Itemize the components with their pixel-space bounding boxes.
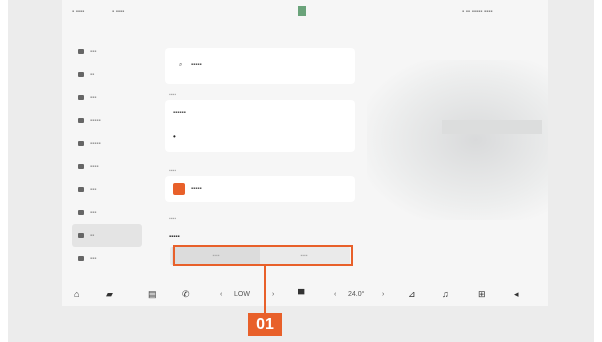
sidebar-item-2[interactable]: ▪▪ bbox=[72, 63, 142, 86]
fan-decrease-button[interactable]: ‹ bbox=[220, 291, 222, 298]
sidebar-icon bbox=[78, 187, 84, 192]
section1-card[interactable]: ▪▪▪▪▪▪ • bbox=[165, 100, 355, 152]
sidebar-icon bbox=[78, 118, 84, 123]
status-left-a: ▪ ▪▪▪▪ bbox=[72, 9, 85, 15]
status-bar: ▪ ▪▪▪▪ ▪ ▪▪▪▪ ▪ ▪▪ ▪▪▪▪▪ ▪▪▪▪ bbox=[62, 0, 548, 26]
vehicle-shape bbox=[442, 120, 542, 134]
temp-increase-button[interactable]: › bbox=[382, 291, 384, 298]
sidebar-icon bbox=[78, 72, 84, 77]
sidebar-label: ▪▪▪ bbox=[90, 186, 97, 193]
sidebar-label: ▪▪▪ bbox=[90, 48, 97, 55]
sidebar-icon bbox=[78, 95, 84, 100]
sidebar-item-1[interactable]: ▪▪▪ bbox=[72, 40, 142, 63]
sidebar-label: ▪▪▪▪▪ bbox=[90, 117, 101, 124]
search-card[interactable]: ⌕ ▪▪▪▪▪ bbox=[165, 48, 355, 84]
sidebar-item-10[interactable]: ▪▪▪ bbox=[72, 247, 142, 270]
grid-icon[interactable]: ⊞ bbox=[478, 289, 486, 300]
section1-value: ▪▪▪▪▪▪ bbox=[173, 110, 186, 116]
sidebar-label: ▪▪ bbox=[90, 71, 95, 78]
callout-highlight bbox=[173, 245, 353, 266]
dot-icon: • bbox=[173, 132, 176, 141]
fan-label: LOW bbox=[234, 291, 250, 298]
sidebar-item-4[interactable]: ▪▪▪▪▪ bbox=[72, 109, 142, 132]
sidebar-label: ▪▪▪▪▪ bbox=[90, 140, 101, 147]
section3-title: ▪▪▪▪▪ bbox=[169, 234, 180, 240]
seat-icon[interactable]: ⊿ bbox=[408, 289, 416, 300]
vehicle-image bbox=[367, 60, 548, 220]
sidebar-label: ▪▪▪▪ bbox=[90, 163, 99, 170]
settings-panel: ⌕ ▪▪▪▪▪ ▪▪▪▪ ▪▪▪▪▪▪ • ▪▪▪▪ ▪▪▪▪▪ ▪▪▪▪ ▪▪… bbox=[165, 28, 355, 278]
sidebar-icon bbox=[78, 210, 84, 215]
sidebar-item-5[interactable]: ▪▪▪▪▪ bbox=[72, 132, 142, 155]
section3-label: ▪▪▪▪ bbox=[169, 216, 177, 222]
section2-label: ▪▪▪▪ bbox=[169, 168, 177, 174]
sidebar-item-8[interactable]: ▪▪▪ bbox=[72, 201, 142, 224]
car-icon[interactable]: ▰ bbox=[106, 289, 113, 300]
section2-card[interactable]: ▪▪▪▪▪ bbox=[165, 176, 355, 202]
volume-icon[interactable]: ◂ bbox=[514, 289, 519, 300]
sidebar-label: ▪▪▪ bbox=[90, 209, 97, 216]
status-left-b: ▪ ▪▪▪▪ bbox=[112, 9, 125, 15]
sidebar-item-6[interactable]: ▪▪▪▪ bbox=[72, 155, 142, 178]
toggle-icon[interactable] bbox=[173, 183, 185, 195]
sidebar-label: ▪▪ bbox=[90, 232, 95, 239]
temp-decrease-button[interactable]: ‹ bbox=[334, 291, 336, 298]
sidebar-item-7[interactable]: ▪▪▪ bbox=[72, 178, 142, 201]
sidebar-icon bbox=[78, 164, 84, 169]
fan-increase-button[interactable]: › bbox=[272, 291, 274, 298]
temperature-value: 24.0° bbox=[348, 291, 365, 298]
phone-icon[interactable]: ✆ bbox=[182, 289, 190, 300]
search-icon: ⌕ bbox=[179, 62, 183, 68]
sidebar-label: ▪▪▪ bbox=[90, 255, 97, 262]
apps-icon[interactable]: ▤ bbox=[148, 289, 157, 300]
bottom-dock: ⌂ ▰ ▤ ✆ ‹ LOW › ▀ ‹ 24.0° › ⊿ ♫ ⊞ ◂ bbox=[62, 285, 548, 307]
app-logo-icon bbox=[298, 6, 306, 16]
fan-icon[interactable]: ▀ bbox=[298, 289, 304, 299]
sidebar-icon bbox=[78, 141, 84, 146]
section1-label: ▪▪▪▪ bbox=[169, 92, 177, 98]
sidebar-label: ▪▪▪ bbox=[90, 94, 97, 101]
section2-value: ▪▪▪▪▪ bbox=[191, 186, 202, 192]
music-icon[interactable]: ♫ bbox=[442, 289, 449, 299]
callout-leader-line bbox=[264, 266, 266, 314]
status-right: ▪ ▪▪ ▪▪▪▪▪ ▪▪▪▪ bbox=[462, 9, 493, 15]
sidebar-icon bbox=[78, 233, 84, 238]
sidebar-item-3[interactable]: ▪▪▪ bbox=[72, 86, 142, 109]
sidebar-icon bbox=[78, 49, 84, 54]
callout-badge: 01 bbox=[248, 313, 282, 336]
search-value: ▪▪▪▪▪ bbox=[191, 62, 202, 68]
settings-sidebar: ▪▪▪ ▪▪ ▪▪▪ ▪▪▪▪▪ ▪▪▪▪▪ ▪▪▪▪ ▪▪▪ ▪▪▪ ▪▪ ▪… bbox=[72, 40, 142, 270]
sidebar-icon bbox=[78, 256, 84, 261]
sidebar-item-9[interactable]: ▪▪ bbox=[72, 224, 142, 247]
home-icon[interactable]: ⌂ bbox=[74, 289, 79, 299]
